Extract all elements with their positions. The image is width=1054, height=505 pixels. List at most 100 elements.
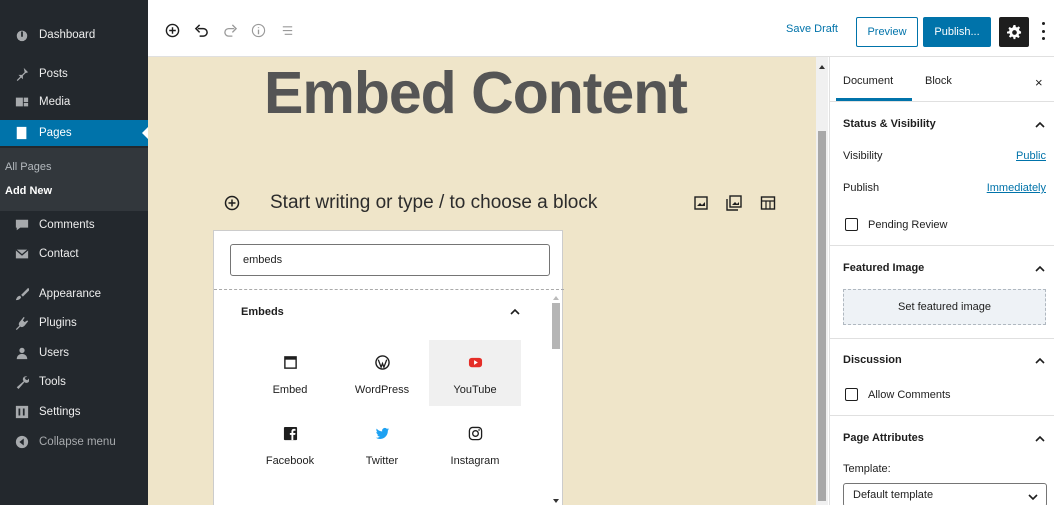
more-options-button[interactable]	[1038, 22, 1048, 40]
pages-submenu: All Pages Add New	[0, 148, 148, 211]
add-block-icon[interactable]	[164, 22, 180, 38]
wordpress-block-item[interactable]: WordPress	[336, 340, 428, 406]
block-search-input[interactable]	[230, 244, 550, 276]
youtube-block-item[interactable]: YouTube	[429, 340, 521, 406]
chevron-up-icon[interactable]	[1035, 118, 1047, 128]
settings-toggle-button[interactable]	[999, 17, 1029, 47]
sidebar-item-pages[interactable]: Pages	[0, 120, 148, 146]
submenu-add-new[interactable]: Add New	[5, 185, 52, 197]
sidebar-item-label: Contact	[39, 248, 79, 260]
discussion-title[interactable]: Discussion	[843, 354, 902, 366]
divider	[830, 415, 1054, 416]
publish-date-link[interactable]: Immediately	[987, 182, 1046, 194]
media-icon	[14, 94, 30, 110]
tab-block[interactable]: Block	[925, 75, 952, 87]
preview-button[interactable]: Preview	[856, 17, 918, 47]
table-block-icon[interactable]	[760, 195, 778, 213]
submenu-all-pages[interactable]: All Pages	[5, 161, 51, 173]
scroll-down-arrow-icon[interactable]	[553, 499, 559, 505]
sidebar-item-plugins[interactable]: Plugins	[0, 310, 148, 336]
status-visibility-title[interactable]: Status & Visibility	[843, 118, 936, 130]
block-item-label: Twitter	[365, 455, 399, 467]
sidebar-item-label: Plugins	[39, 317, 77, 329]
scroll-up-arrow-icon[interactable]	[553, 293, 559, 300]
instagram-block-item[interactable]: Instagram	[429, 411, 521, 477]
wordpress-icon	[374, 354, 390, 370]
template-select[interactable]: Default template	[843, 483, 1047, 505]
set-featured-image-button[interactable]: Set featured image	[843, 289, 1046, 325]
sidebar-item-contact[interactable]: Contact	[0, 241, 148, 267]
info-icon[interactable]	[250, 22, 266, 38]
visibility-link[interactable]: Public	[1016, 150, 1046, 162]
inline-inserter-icon[interactable]	[223, 194, 241, 212]
divider	[830, 245, 1054, 246]
facebook-icon	[282, 425, 298, 441]
sidebar-item-tools[interactable]: Tools	[0, 369, 148, 395]
featured-image-title[interactable]: Featured Image	[843, 262, 924, 274]
close-icon[interactable]: ×	[1035, 75, 1043, 90]
collapse-icon	[14, 434, 30, 450]
save-draft-button[interactable]: Save Draft	[786, 23, 838, 35]
scrollbar-thumb[interactable]	[818, 131, 826, 501]
sidebar-item-users[interactable]: Users	[0, 340, 148, 366]
publish-label: Publish	[843, 182, 880, 194]
sidebar-item-media[interactable]: Media	[0, 89, 148, 115]
user-icon	[14, 345, 30, 361]
redo-icon[interactable]	[222, 22, 238, 38]
list-view-icon[interactable]	[279, 22, 295, 38]
divider	[830, 101, 1054, 102]
block-item-label: YouTube	[453, 384, 497, 396]
page-attributes-title[interactable]: Page Attributes	[843, 432, 924, 444]
block-placeholder[interactable]: Start writing or type / to choose a bloc…	[270, 192, 597, 214]
sidebar-item-posts[interactable]: Posts	[0, 61, 148, 87]
inserter-scrollbar[interactable]	[550, 291, 562, 505]
scroll-up-arrow-icon[interactable]	[819, 62, 825, 69]
sidebar-item-label: Posts	[39, 68, 68, 80]
collapse-menu-button[interactable]: Collapse menu	[0, 429, 148, 455]
publish-button[interactable]: Publish...	[923, 17, 991, 47]
page-title[interactable]: Embed Content	[264, 59, 688, 127]
chevron-up-icon[interactable]	[1035, 262, 1047, 272]
undo-icon[interactable]	[193, 22, 209, 38]
settings-panel: Document Block × Status & Visibility Vis…	[829, 57, 1054, 505]
chevron-down-icon	[1028, 492, 1038, 501]
block-item-label: WordPress	[354, 384, 410, 396]
brush-icon	[14, 286, 30, 302]
sidebar-item-label: Users	[39, 347, 70, 359]
pending-review-checkbox[interactable]	[845, 218, 858, 231]
gallery-block-icon[interactable]	[726, 195, 744, 213]
page-icon	[14, 125, 30, 141]
chevron-up-icon[interactable]	[1035, 432, 1047, 442]
divider	[830, 338, 1054, 339]
pending-review-label: Pending Review	[868, 219, 948, 231]
settings-icon	[14, 404, 30, 420]
block-item-label: Instagram	[450, 455, 500, 467]
sidebar-item-settings[interactable]: Settings	[0, 399, 148, 425]
admin-sidebar: Dashboard Posts Media Pages All Pages Ad…	[0, 0, 148, 505]
scrollbar-thumb[interactable]	[552, 303, 560, 349]
embed-icon	[282, 354, 298, 370]
embeds-section-title[interactable]: Embeds	[241, 306, 284, 318]
plugin-icon	[14, 315, 30, 331]
visibility-label: Visibility	[843, 150, 883, 162]
block-item-label: Embed	[272, 384, 308, 396]
sidebar-item-dashboard[interactable]: Dashboard	[0, 22, 148, 48]
sidebar-item-comments[interactable]: Comments	[0, 212, 148, 238]
facebook-block-item[interactable]: Facebook	[244, 411, 336, 477]
sidebar-item-label: Tools	[39, 376, 66, 388]
mail-icon	[14, 246, 30, 262]
allow-comments-label: Allow Comments	[868, 389, 951, 401]
sidebar-item-label: Collapse menu	[39, 436, 116, 448]
embed-block-item[interactable]: Embed	[244, 340, 336, 406]
image-block-icon[interactable]	[693, 195, 711, 213]
allow-comments-checkbox[interactable]	[845, 388, 858, 401]
canvas-scrollbar[interactable]	[816, 57, 828, 505]
chevron-up-icon[interactable]	[510, 305, 522, 317]
chevron-up-icon[interactable]	[1035, 354, 1047, 364]
template-label: Template:	[843, 463, 891, 475]
sidebar-item-appearance[interactable]: Appearance	[0, 281, 148, 307]
twitter-block-item[interactable]: Twitter	[336, 411, 428, 477]
sidebar-item-label: Settings	[39, 406, 81, 418]
tab-document[interactable]: Document	[843, 75, 893, 87]
template-select-value: Default template	[853, 489, 934, 501]
